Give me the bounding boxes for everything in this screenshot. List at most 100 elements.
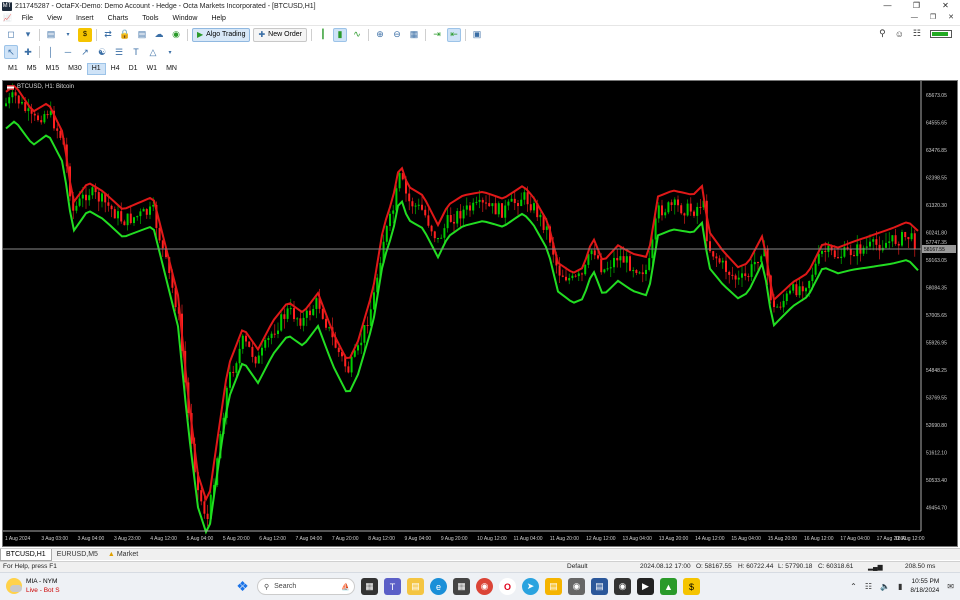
timeframe-m30[interactable]: M30 [64,63,86,75]
bar-chart-icon[interactable]: ┃ [316,28,330,42]
vertical-line-icon[interactable]: │ [44,45,58,59]
candle-body [40,120,43,123]
shapes-icon[interactable]: △ [146,45,160,59]
new-order-button[interactable]: ✚ New Order [253,27,308,42]
timeframe-h1[interactable]: H1 [86,63,106,75]
lock-icon[interactable]: 🔒 [118,28,132,42]
navigator-icon[interactable]: ▤ [135,28,149,42]
chrome-icon[interactable]: ◉ [476,578,493,595]
cloud-icon[interactable]: ☁ [152,28,166,42]
app-icon-6[interactable]: $ [683,578,700,595]
app-icon-4[interactable]: ▶ [637,578,654,595]
status-time: 2024.08.12 17:00 [640,563,691,570]
candle-body [46,114,49,116]
weather-widget[interactable]: MIA - NYM Live - Bot S [6,577,60,595]
taskbar-search[interactable]: ⚲ Search ⛵ [257,578,355,595]
app-icon-2[interactable]: ▤ [591,578,608,595]
profiles-icon[interactable]: ▾ [21,28,35,42]
new-chart-icon[interactable]: ◻ [4,28,18,42]
timeframe-m1[interactable]: M1 [4,63,22,75]
notification-icon[interactable]: ✉ [947,582,954,591]
app-icon-1[interactable]: ◉ [568,578,585,595]
menu-file[interactable]: File [15,15,40,22]
folder-icon[interactable]: ▤ [545,578,562,595]
price-tick-label: 51612.10 [926,451,947,457]
battery-icon[interactable]: ▮ [898,582,902,591]
menu-insert[interactable]: Insert [69,15,101,22]
timeframe-d1[interactable]: D1 [125,63,142,75]
candle-body [437,237,439,239]
algo-trading-button[interactable]: ▶ Algo Trading [192,27,251,42]
close-icon[interactable]: ✕ [931,0,960,12]
task-view-icon[interactable]: ▦ [361,578,378,595]
candle-body [760,256,763,263]
wifi-icon[interactable]: ☷ [865,582,872,591]
crosshair-icon[interactable]: ✚ [21,45,35,59]
candle-body [689,203,692,212]
chart-shift-icon[interactable]: ⇤ [447,27,462,42]
menu-help[interactable]: Help [204,15,232,22]
child-close-icon[interactable]: ✕ [948,12,954,24]
timeframe-w1[interactable]: W1 [143,63,162,75]
chart-canvas[interactable]: 65673.05 64555.65 63476.85 62398.55 61320.30… [3,81,957,546]
menu-charts[interactable]: Charts [101,15,136,22]
child-restore-icon[interactable]: ❐ [930,12,936,24]
zoom-in-icon[interactable]: ⊕ [373,28,387,42]
templates-icon[interactable]: ▤ [44,28,58,42]
chevron-up-icon[interactable]: ⌃ [850,582,857,591]
cursor-icon[interactable]: ↖ [4,45,18,59]
child-minimize-icon[interactable]: — [911,12,918,24]
timeframe-m15[interactable]: M15 [41,63,63,75]
tab-market[interactable]: ▲ Market [103,549,143,560]
search-icon[interactable]: ⚲ [879,28,886,39]
chart-icon-menu[interactable]: 📈 [0,14,15,22]
candle-body [456,211,459,224]
timeframe-m5[interactable]: M5 [23,63,41,75]
tab-btcusd[interactable]: BTCUSD,H1 [0,548,52,561]
maximize-icon[interactable]: ❐ [902,0,931,12]
more-tools-icon[interactable]: ▾ [163,45,177,59]
store-icon[interactable]: ▦ [453,578,470,595]
taskbar-clock[interactable]: 10:55 PM 8/18/2024 [910,577,939,595]
candle-body [241,335,244,349]
trendline-icon[interactable]: ↗ [78,45,92,59]
grid-icon[interactable]: ▦ [407,28,421,42]
strategy-tester-icon[interactable]: ◉ [169,28,183,42]
text-icon[interactable]: T [129,45,143,59]
tab-eurusd[interactable]: EURUSD,M5 [52,549,103,560]
price-chart[interactable]: 65673.05 64555.65 63476.85 62398.55 61320.30… [2,80,958,547]
line-chart-icon[interactable]: ∿ [350,28,364,42]
candle-body [200,490,203,502]
menu-tools[interactable]: Tools [135,15,165,22]
candle-body [280,314,283,331]
timeframe-h4[interactable]: H4 [107,63,124,75]
autoscroll-icon[interactable]: ⇥ [430,28,444,42]
dollar-icon[interactable]: $ [78,27,92,42]
horizontal-line-icon[interactable]: ─ [61,45,75,59]
candle-body [485,202,487,204]
screenshot-icon[interactable]: ▣ [470,28,484,42]
teams-icon[interactable]: T [384,578,401,595]
file-explorer-icon[interactable]: ▤ [407,578,424,595]
zoom-out-icon[interactable]: ⊖ [390,28,404,42]
menu-window[interactable]: Window [166,15,205,22]
app-icon-5[interactable]: ▲ [660,578,677,595]
account-icon[interactable]: ☺ [895,29,904,39]
channel-icon[interactable]: ☯ [95,45,109,59]
dropdown-icon[interactable]: ▾ [61,28,75,42]
menu-view[interactable]: View [40,15,69,22]
app-icon-3[interactable]: ◉ [614,578,631,595]
telegram-icon[interactable]: ➤ [522,578,539,595]
fibonacci-icon[interactable]: ☰ [112,45,126,59]
opera-icon[interactable]: O [499,578,516,595]
minimize-icon[interactable]: — [873,0,902,12]
candle-body [520,199,523,207]
candle-body [488,203,491,207]
speaker-icon[interactable]: 🔈 [880,582,890,591]
edge-icon[interactable]: e [430,578,447,595]
windows-start-icon[interactable]: ❖ [234,578,251,595]
candlestick-icon[interactable]: ▮ [333,27,348,42]
signal-icon[interactable]: ☷ [913,28,921,39]
timeframe-mn[interactable]: MN [162,63,181,75]
market-watch-icon[interactable]: ⇄ [101,28,115,42]
